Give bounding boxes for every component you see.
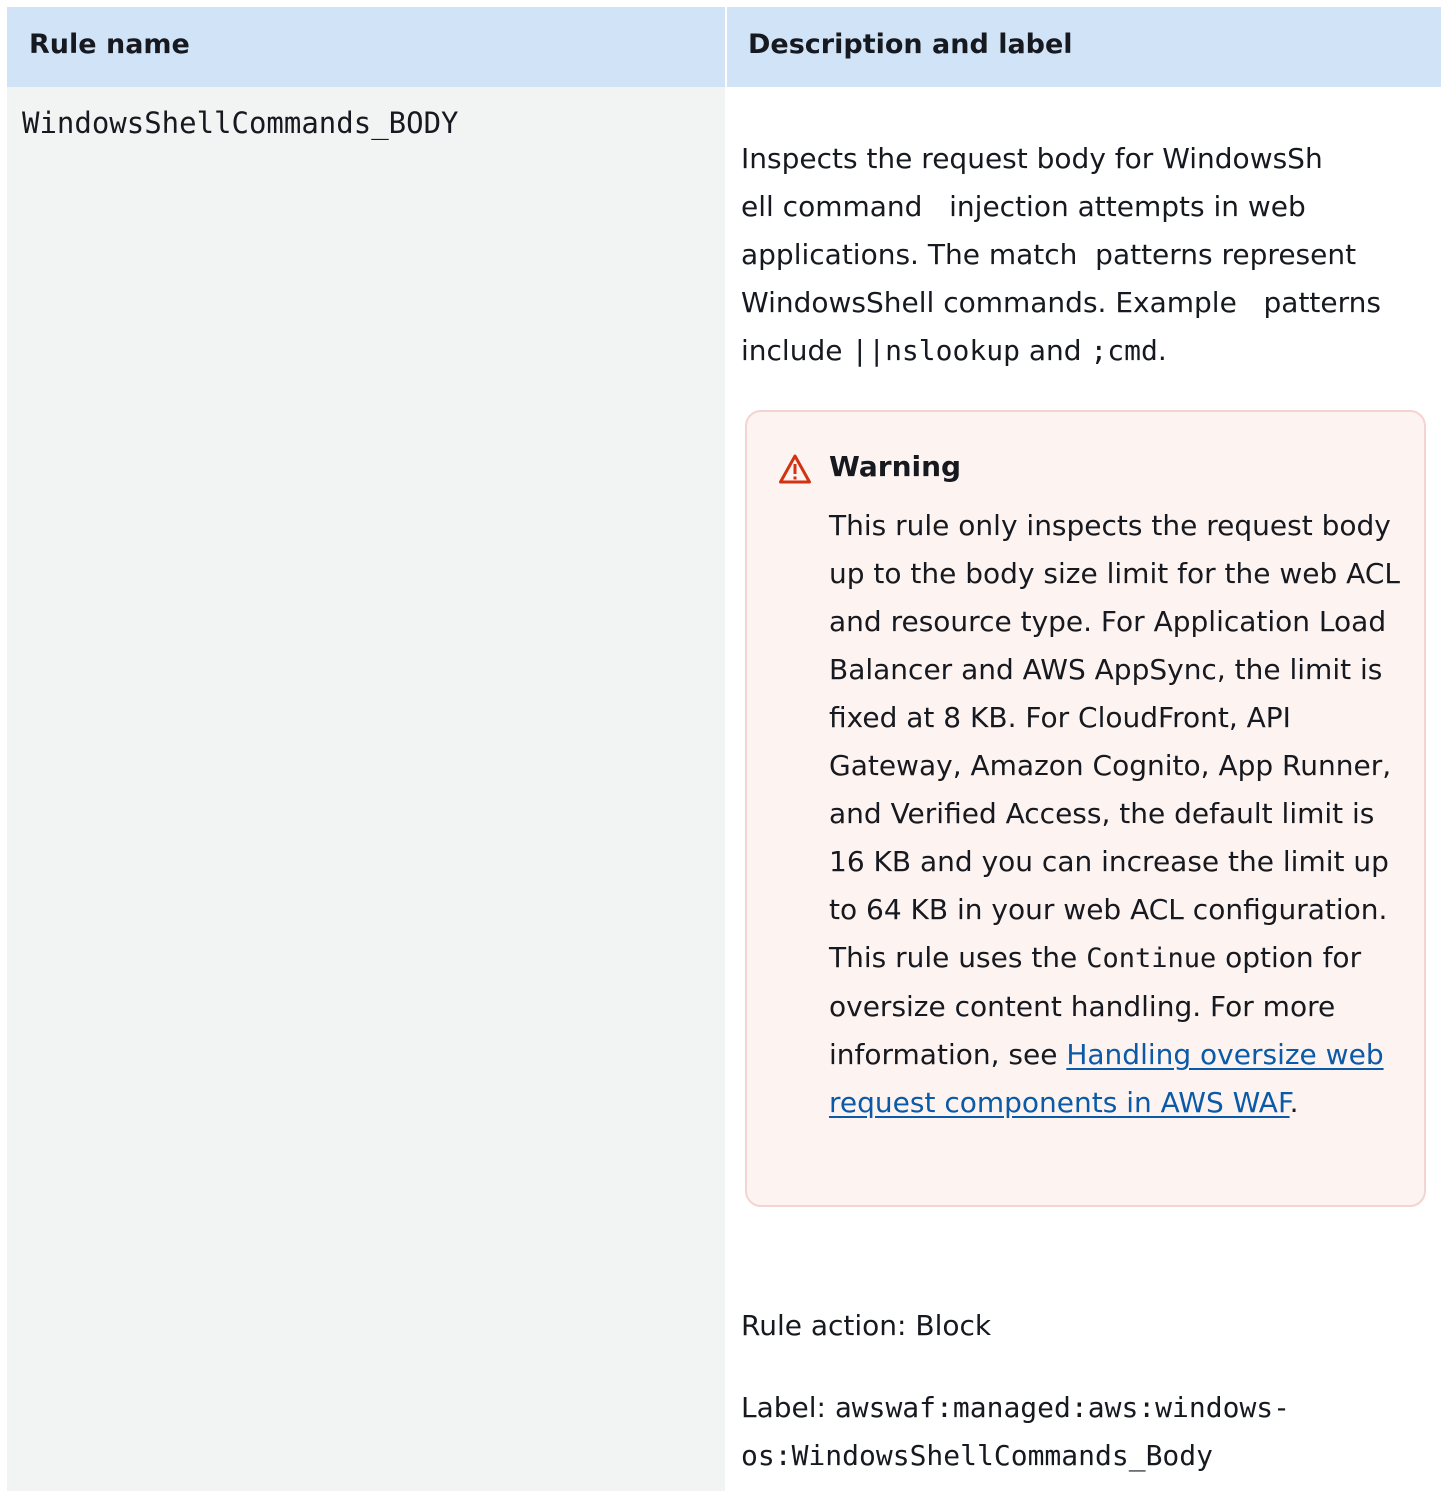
warning-callout: Warning This rule only inspects the requ… [745, 410, 1426, 1207]
rule-action: Rule action: Block [741, 1309, 992, 1342]
header-description-and-label: Description and label [748, 29, 1073, 60]
label-prefix: Label: [741, 1391, 835, 1424]
warning-text: This rule only inspects the request body… [829, 502, 1404, 1127]
description-line-3: applications. The match patterns represe… [741, 238, 1357, 271]
rule-name: WindowsShellCommands_BODY [22, 106, 459, 140]
rule-description: Inspects the request body for WindowsSh … [741, 135, 1411, 375]
warning-text-end: . [1289, 1086, 1299, 1119]
warning-text-body: This rule only inspects the request body… [829, 509, 1400, 974]
table-header-row: Rule name Description and label [7, 7, 1441, 87]
warning-title: Warning [829, 450, 962, 483]
code-continue: Continue [1086, 943, 1217, 974]
code-cmd: ;cmd [1090, 334, 1158, 367]
warning-triangle-icon [779, 454, 811, 484]
description-line-4: WindowsShell commands. Example patterns [741, 286, 1381, 319]
description-line-1: Inspects the request body for WindowsSh [741, 142, 1323, 175]
description-line-2: ell command injection attempts in web [741, 190, 1306, 223]
rule-name-cell [7, 87, 725, 1491]
rule-label: Label: awswaf:managed:aws:windows-os:Win… [741, 1384, 1421, 1480]
description-and: and [1019, 334, 1091, 367]
description-include: include [741, 334, 852, 367]
header-rule-name: Rule name [29, 29, 190, 60]
description-end: . [1157, 334, 1167, 367]
header-divider [725, 7, 727, 87]
code-nslookup: ||nslookup [851, 334, 1020, 367]
